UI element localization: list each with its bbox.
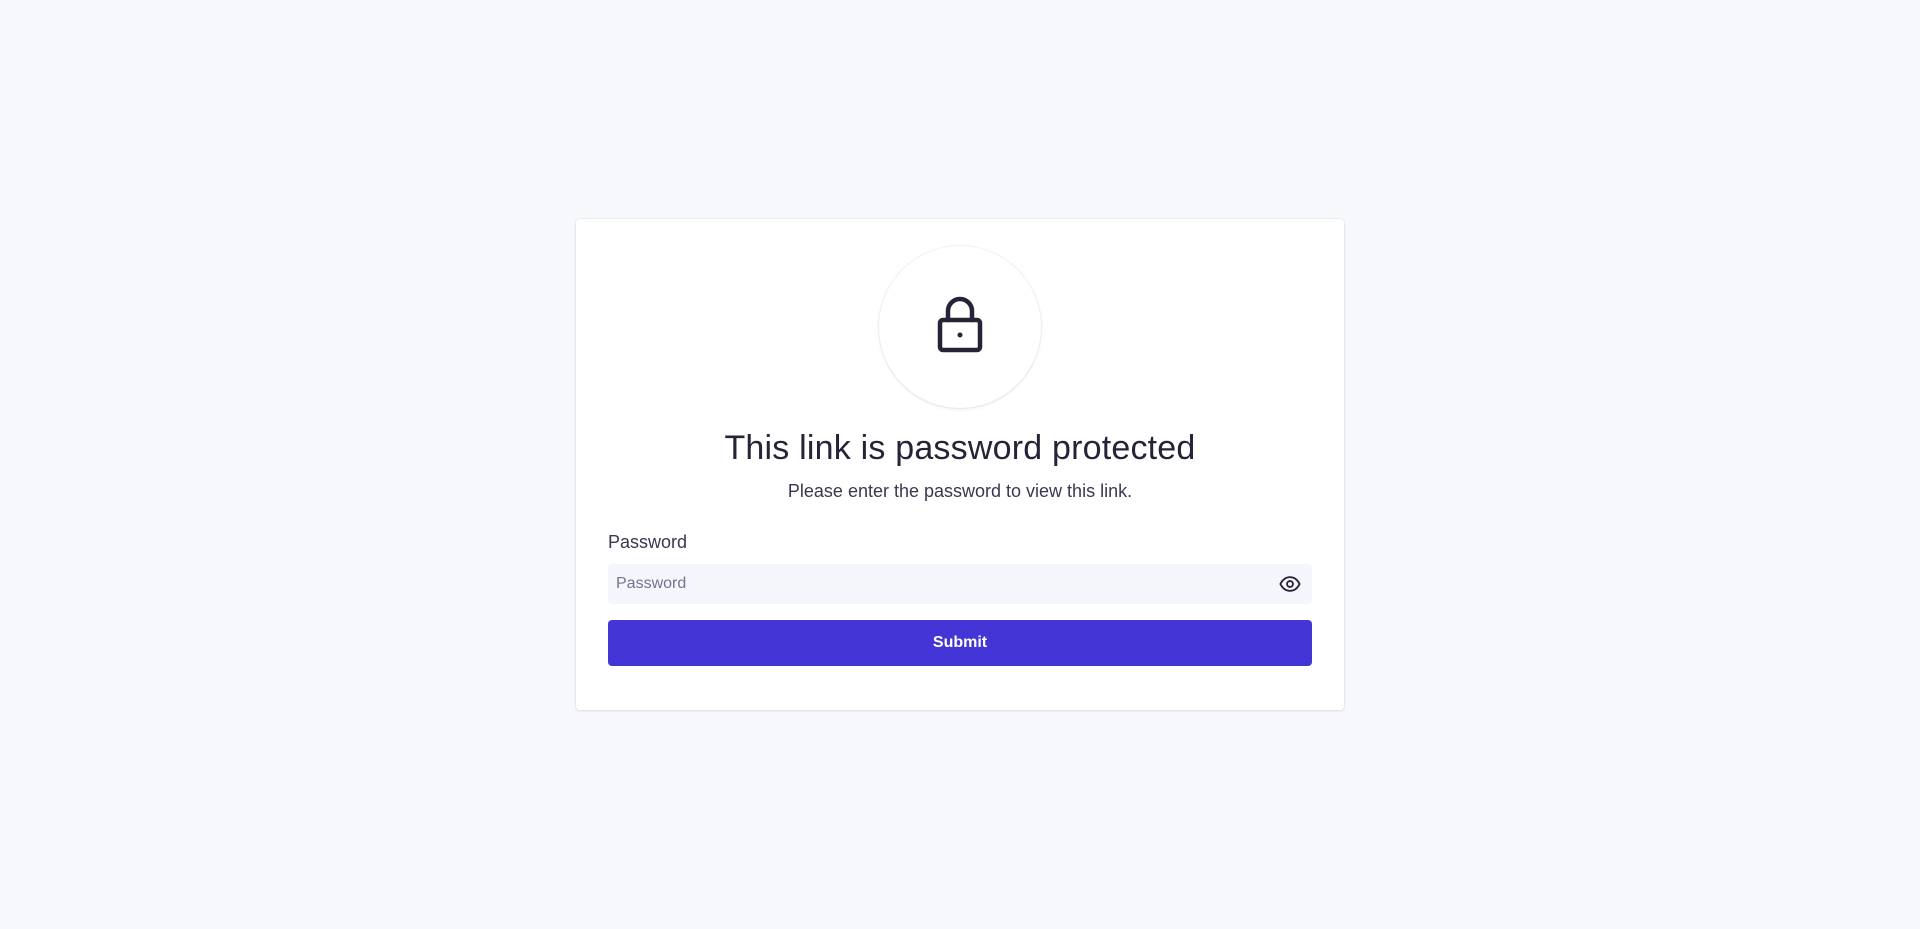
lock-badge [879,246,1041,408]
page-subtitle: Please enter the password to view this l… [787,481,1133,501]
page-title: This link is password protected [724,429,1196,467]
password-label: Password [608,532,688,552]
eye-icon [1279,576,1301,592]
lock-icon [937,296,983,353]
password-input[interactable] [608,564,1248,604]
password-card: This link is password protected Please e… [576,219,1344,710]
submit-button[interactable]: Submit [608,620,1312,666]
show-password-toggle[interactable] [1278,572,1302,596]
password-field [608,564,1312,604]
